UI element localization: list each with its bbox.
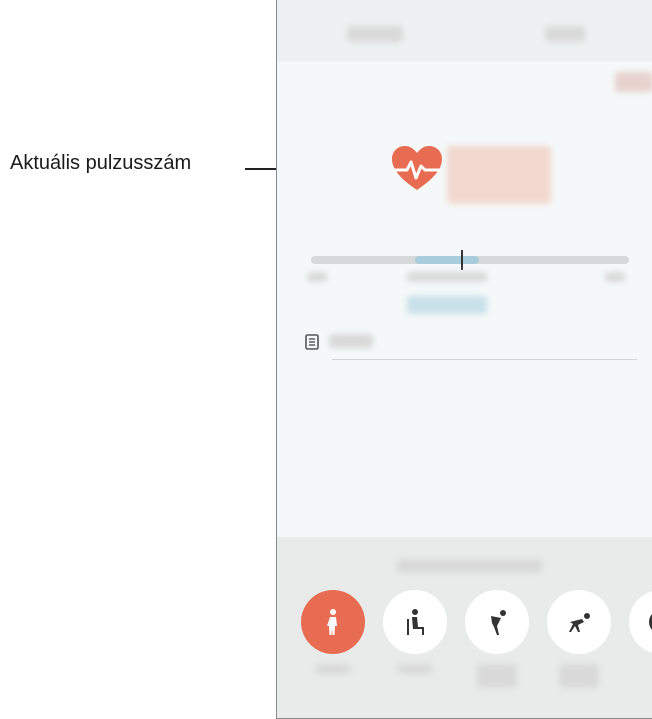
activity-running[interactable] xyxy=(547,590,611,654)
top-bar xyxy=(277,0,652,62)
heart-rate-icon xyxy=(392,146,442,190)
activity-prompt xyxy=(397,559,542,573)
note-field[interactable] xyxy=(329,334,373,348)
range-min-label xyxy=(307,272,327,282)
range-mid-label xyxy=(407,272,487,282)
tab-left[interactable] xyxy=(347,26,403,42)
range-max-label xyxy=(605,272,625,282)
callout-label: Aktuális pulzusszám xyxy=(10,152,192,174)
exercise-icon xyxy=(491,610,506,635)
range-link[interactable] xyxy=(407,296,487,314)
phone-screen xyxy=(276,0,652,719)
activity-label-3 xyxy=(477,664,517,688)
activity-label-4 xyxy=(559,664,599,688)
note-icon xyxy=(305,334,319,350)
activity-walking[interactable] xyxy=(301,590,365,654)
normal-range xyxy=(415,256,479,264)
tab-right[interactable] xyxy=(545,26,585,42)
activity-sitting[interactable] xyxy=(383,590,447,654)
current-value-marker xyxy=(461,250,463,270)
activity-label-2 xyxy=(397,664,433,674)
note-underline xyxy=(332,359,637,360)
running-icon xyxy=(569,613,590,632)
walking-icon xyxy=(327,609,337,635)
other-icon xyxy=(649,614,652,630)
activity-label-1 xyxy=(315,664,351,674)
action-button[interactable] xyxy=(615,72,652,92)
heart-rate-range-bar xyxy=(311,250,629,270)
activity-exercise[interactable] xyxy=(465,590,529,654)
sitting-icon xyxy=(407,609,424,635)
heart-rate-value xyxy=(447,146,551,204)
